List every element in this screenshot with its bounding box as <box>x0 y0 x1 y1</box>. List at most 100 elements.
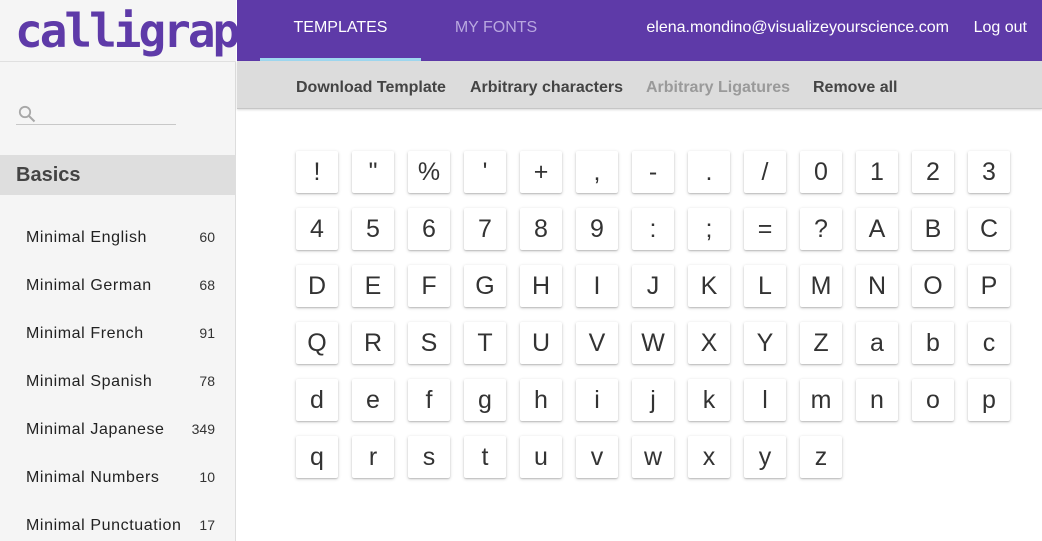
character-tile[interactable]: k <box>688 379 730 421</box>
character-tile[interactable]: y <box>744 436 786 478</box>
character-tile[interactable]: ! <box>296 151 338 193</box>
template-count: 10 <box>199 469 215 485</box>
character-tile[interactable]: J <box>632 265 674 307</box>
character-tile[interactable]: w <box>632 436 674 478</box>
character-tile[interactable]: 0 <box>800 151 842 193</box>
character-tile[interactable]: a <box>856 322 898 364</box>
character-tile[interactable]: Y <box>744 322 786 364</box>
character-tile[interactable]: p <box>968 379 1010 421</box>
character-tile[interactable]: r <box>352 436 394 478</box>
character-tile[interactable]: V <box>576 322 618 364</box>
tab-templates[interactable]: TEMPLATES <box>260 0 421 61</box>
character-tile[interactable]: T <box>464 322 506 364</box>
character-tile[interactable]: v <box>576 436 618 478</box>
logo-bar: calligraphr <box>0 0 290 62</box>
template-item-minimal-german[interactable]: Minimal German 68 <box>0 262 236 310</box>
character-tile[interactable]: s <box>408 436 450 478</box>
character-tile[interactable]: j <box>632 379 674 421</box>
character-tile[interactable]: 9 <box>576 208 618 250</box>
character-tile[interactable]: 2 <box>912 151 954 193</box>
template-item-minimal-english[interactable]: Minimal English 60 <box>0 214 236 262</box>
character-tile[interactable]: R <box>352 322 394 364</box>
character-tile[interactable]: o <box>912 379 954 421</box>
character-tile[interactable]: m <box>800 379 842 421</box>
character-tile[interactable]: = <box>744 208 786 250</box>
character-tile[interactable]: / <box>744 151 786 193</box>
character-tile[interactable]: z <box>800 436 842 478</box>
character-tile[interactable]: M <box>800 265 842 307</box>
character-tile[interactable]: 4 <box>296 208 338 250</box>
character-tile[interactable]: ; <box>688 208 730 250</box>
character-tile[interactable]: t <box>464 436 506 478</box>
sidebar: calligraphr Basics Minimal English 60 Mi… <box>0 0 290 541</box>
tab-my-fonts[interactable]: MY FONTS <box>421 0 571 61</box>
character-tile[interactable]: N <box>856 265 898 307</box>
character-tile[interactable]: l <box>744 379 786 421</box>
character-tile[interactable]: + <box>520 151 562 193</box>
character-tile[interactable]: 1 <box>856 151 898 193</box>
template-item-minimal-japanese[interactable]: Minimal Japanese 349 <box>0 406 236 454</box>
character-tile[interactable]: A <box>856 208 898 250</box>
character-tile[interactable]: d <box>296 379 338 421</box>
character-tile[interactable]: D <box>296 265 338 307</box>
user-email[interactable]: elena.mondino@visualizeyourscience.com <box>646 19 949 37</box>
download-template-button[interactable]: Download Template <box>296 79 446 97</box>
character-tile[interactable]: S <box>408 322 450 364</box>
character-tile[interactable]: 8 <box>520 208 562 250</box>
template-search[interactable] <box>16 98 176 125</box>
character-tile[interactable]: 3 <box>968 151 1010 193</box>
character-tile[interactable]: F <box>408 265 450 307</box>
character-tile[interactable]: ? <box>800 208 842 250</box>
character-tile[interactable]: 6 <box>408 208 450 250</box>
character-tile[interactable]: n <box>856 379 898 421</box>
character-tile[interactable]: X <box>688 322 730 364</box>
search-icon <box>18 105 36 123</box>
character-tile[interactable]: 7 <box>464 208 506 250</box>
template-count: 68 <box>199 277 215 293</box>
character-tile[interactable]: E <box>352 265 394 307</box>
template-item-minimal-french[interactable]: Minimal French 91 <box>0 310 236 358</box>
character-tile[interactable]: : <box>632 208 674 250</box>
character-tile[interactable]: H <box>520 265 562 307</box>
character-tile[interactable]: i <box>576 379 618 421</box>
character-tile[interactable]: b <box>912 322 954 364</box>
character-tile[interactable]: % <box>408 151 450 193</box>
arbitrary-ligatures-button[interactable]: Arbitrary Ligatures <box>646 79 790 97</box>
character-tile[interactable]: " <box>352 151 394 193</box>
character-tile[interactable]: u <box>520 436 562 478</box>
character-tile[interactable]: - <box>632 151 674 193</box>
character-tile[interactable]: h <box>520 379 562 421</box>
character-tile[interactable]: 5 <box>352 208 394 250</box>
arbitrary-characters-button[interactable]: Arbitrary characters <box>470 79 623 97</box>
character-tile[interactable]: I <box>576 265 618 307</box>
character-tile[interactable]: K <box>688 265 730 307</box>
character-tile[interactable]: U <box>520 322 562 364</box>
character-tile[interactable]: P <box>968 265 1010 307</box>
template-toolbar: Download Template Arbitrary characters A… <box>237 61 1042 109</box>
character-tile[interactable]: G <box>464 265 506 307</box>
template-item-minimal-numbers[interactable]: Minimal Numbers 10 <box>0 454 236 502</box>
character-tile[interactable]: x <box>688 436 730 478</box>
template-list: Minimal English 60 Minimal German 68 Min… <box>0 214 236 541</box>
character-tile[interactable]: q <box>296 436 338 478</box>
character-tile[interactable]: e <box>352 379 394 421</box>
template-item-minimal-punctuation[interactable]: Minimal Punctuation 17 <box>0 502 236 541</box>
character-tile[interactable]: W <box>632 322 674 364</box>
template-count: 78 <box>199 373 215 389</box>
character-tile[interactable]: . <box>688 151 730 193</box>
character-tile[interactable]: ' <box>464 151 506 193</box>
template-item-minimal-spanish[interactable]: Minimal Spanish 78 <box>0 358 236 406</box>
character-tile[interactable]: Z <box>800 322 842 364</box>
character-tile[interactable]: , <box>576 151 618 193</box>
character-tile[interactable]: Q <box>296 322 338 364</box>
character-tile[interactable]: c <box>968 322 1010 364</box>
character-tile[interactable]: g <box>464 379 506 421</box>
character-tile[interactable]: L <box>744 265 786 307</box>
character-tile[interactable]: B <box>912 208 954 250</box>
character-tile[interactable]: O <box>912 265 954 307</box>
character-tile[interactable]: f <box>408 379 450 421</box>
character-tile[interactable]: C <box>968 208 1010 250</box>
section-basics[interactable]: Basics <box>0 155 236 195</box>
remove-all-button[interactable]: Remove all <box>813 79 897 97</box>
logout-link[interactable]: Log out <box>974 19 1027 37</box>
